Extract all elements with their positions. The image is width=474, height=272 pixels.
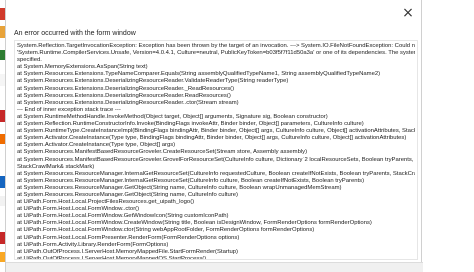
error-header: An error occurred with the form window [14,30,136,37]
stack-trace-line: at System.Resources.ManifestBasedResourc… [17,156,415,163]
error-details-textbox[interactable]: System.Reflection.TargetInvocationExcept… [14,40,418,260]
stack-trace-line: 'System.Runtime.CompilerServices.Unsafe,… [17,50,415,57]
stack-trace-line: --- End of inner exception stack trace -… [17,106,121,113]
stack-trace-line: at System.Resources.ResourceManager.GetO… [17,191,238,198]
stack-trace-line: at System.RuntimeType.CreateInstanceImpl… [17,128,415,135]
stack-trace-line: at System.Resources.ManifestBasedResourc… [17,149,308,156]
stack-trace-line: at System.Resources.Extensions.Deseriali… [17,85,235,92]
stack-trace-line: at System.Resources.ResourceManager.Inte… [17,177,365,184]
stack-trace-line: at System.Resources.Extensions.Deseriali… [17,99,239,106]
close-button[interactable]: × [397,4,419,22]
stack-trace-line: at System.Reflection.RuntimeConstructorI… [17,121,364,128]
stack-trace-line: at System.Resources.Extensions.Deseriali… [17,92,231,99]
stack-trace-line: at UiPath.Form.Host.Local.FormWindow..ct… [17,206,140,213]
stack-trace-line: at UiPath.OutOfProcess.I.ServerHost.Memo… [17,248,238,255]
stack-trace-line: at System.Activator.CreateInstance(Type … [17,142,176,149]
stack-trace-line: System.Reflection.TargetInvocationExcept… [17,43,415,49]
stack-trace-line: at System.RuntimeMethodHandle.InvokeMeth… [17,113,328,120]
stack-trace-line: at System.Resources.ResourceManager.Inte… [17,170,415,177]
stack-trace-line: at UiPath.Form.Host.Local.FormWindow.Get… [17,213,229,220]
stack-trace-line: at System.Activator.CreateInstance(Type … [17,135,407,142]
stack-trace-line: at UiPath.Form.Activity.Library.RenderFo… [17,241,169,248]
stack-trace-line: at UiPath.Form.Host.Local.FormWindow.Cre… [17,220,372,227]
stack-trace-line: at System.Resources.Extensions.Deseriali… [17,78,289,85]
stack-trace-line: at System.Resources.Extensions.TypeNameC… [17,71,381,78]
stack-trace-line: at UiPath.Form.Host.Local.FormPresenter.… [17,234,240,241]
error-dialog: × An error occurred with the form window… [5,0,423,272]
stack-trace-line: at UiPath.OutOfProcess.I.ServerHost.Memo… [17,255,207,260]
stack-trace-line: at System.Resources.ResourceManager.GetO… [17,184,342,191]
stack-trace-line: specified. [17,57,42,64]
stack-trace-line: StackCrawlMark& stackMark) [17,163,95,170]
stack-trace-line: at UiPath.Form.Host.Local.ProjectFilesRe… [17,199,195,206]
desktop-background [423,0,474,272]
stack-trace-line: at System.MemoryExtensions.AsSpan(String… [17,64,148,71]
button-bar [6,262,423,272]
stack-trace-line: at UiPath.Form.Host.Local.FormWindow.cto… [17,227,315,234]
